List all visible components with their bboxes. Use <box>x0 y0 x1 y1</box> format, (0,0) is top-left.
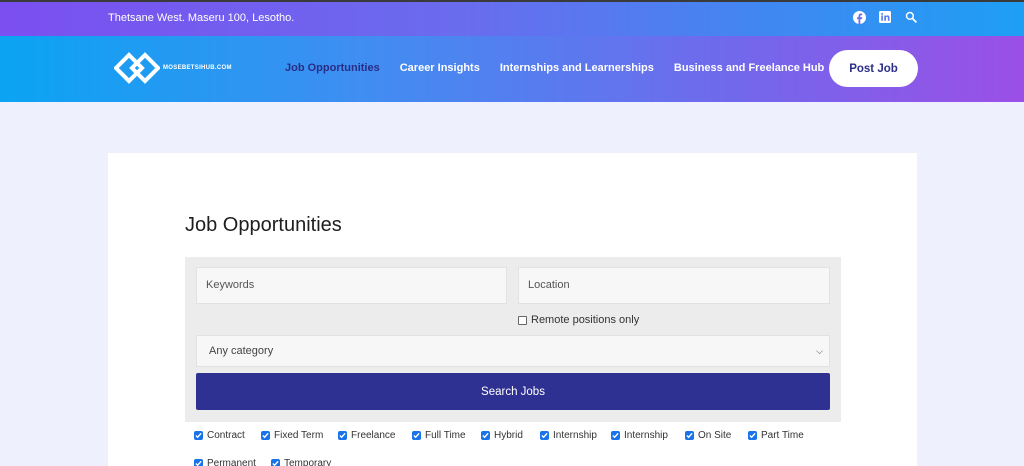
job-type-label: Freelance <box>351 430 396 441</box>
job-type-label: Full Time <box>425 430 466 441</box>
nav-link-business-and-freelance-hub[interactable]: Business and Freelance Hub <box>674 62 824 74</box>
remote-positions-checkbox[interactable]: Remote positions only <box>518 314 639 326</box>
checkbox-unchecked-icon[interactable] <box>518 315 527 325</box>
job-type-hybrid[interactable]: Hybrid <box>481 430 523 441</box>
location-input[interactable]: Location <box>518 267 830 304</box>
chevron-down-icon: ⌵ <box>816 346 823 356</box>
job-type-fixed-term[interactable]: Fixed Term <box>261 430 323 441</box>
top-bar: Thetsane West. Maseru 100, Lesotho. <box>0 0 1024 36</box>
search-jobs-button[interactable]: Search Jobs <box>196 373 830 410</box>
post-job-button[interactable]: Post Job <box>829 50 918 87</box>
job-type-on-site[interactable]: On Site <box>685 430 731 441</box>
logo-mark-icon <box>114 52 160 84</box>
job-type-temporary[interactable]: Temporary <box>271 458 331 466</box>
checkbox-checked-icon[interactable] <box>611 431 620 440</box>
job-type-label: Internship <box>553 430 597 441</box>
nav-link-career-insights[interactable]: Career Insights <box>400 62 480 74</box>
keywords-input[interactable]: Keywords <box>196 267 507 304</box>
job-type-contract[interactable]: Contract <box>194 430 245 441</box>
checkbox-checked-icon[interactable] <box>271 459 280 466</box>
job-type-full-time[interactable]: Full Time <box>412 430 466 441</box>
remote-positions-label: Remote positions only <box>531 314 640 326</box>
job-type-label: Permanent <box>207 458 256 466</box>
checkbox-checked-icon[interactable] <box>748 431 757 440</box>
checkbox-checked-icon[interactable] <box>194 459 203 466</box>
page-title: Job Opportunities <box>185 214 342 236</box>
job-type-label: Temporary <box>284 458 332 466</box>
job-type-filters: Contract Fixed Term Freelance Full Time … <box>185 422 841 466</box>
job-type-permanent[interactable]: Permanent <box>194 458 256 466</box>
logo-text: MOSEBETSIHUB.COM <box>163 65 232 71</box>
checkbox-checked-icon[interactable] <box>194 431 203 440</box>
social-links <box>853 11 918 24</box>
job-type-part-time[interactable]: Part Time <box>748 430 804 441</box>
checkbox-checked-icon[interactable] <box>685 431 694 440</box>
job-type-label: Contract <box>207 430 245 441</box>
job-type-label: On Site <box>698 430 732 441</box>
job-type-label: Internship <box>624 430 668 441</box>
checkbox-checked-icon[interactable] <box>412 431 421 440</box>
nav-link-job-opportunities[interactable]: Job Opportunities <box>285 62 380 74</box>
nav-link-internships-and-learnerships[interactable]: Internships and Learnerships <box>500 62 654 74</box>
job-type-freelance[interactable]: Freelance <box>338 430 395 441</box>
site-logo[interactable]: MOSEBETSIHUB.COM <box>114 51 232 85</box>
nav-links: Job Opportunities Career Insights Intern… <box>285 62 844 74</box>
category-select[interactable]: Any category ⌵ <box>196 335 830 367</box>
job-type-label: Part Time <box>761 430 804 441</box>
category-select-value: Any category <box>209 345 274 357</box>
linkedin-icon[interactable] <box>879 11 892 24</box>
checkbox-checked-icon[interactable] <box>540 431 549 440</box>
job-type-label: Hybrid <box>494 430 523 441</box>
main-navigation: MOSEBETSIHUB.COM Job Opportunities Caree… <box>0 36 1024 102</box>
job-type-internship[interactable]: Internship <box>540 430 597 441</box>
facebook-icon[interactable] <box>853 11 866 24</box>
search-icon[interactable] <box>905 11 918 24</box>
checkbox-checked-icon[interactable] <box>261 431 270 440</box>
job-type-internship-2[interactable]: Internship <box>611 430 668 441</box>
checkbox-checked-icon[interactable] <box>481 431 490 440</box>
address-text: Thetsane West. Maseru 100, Lesotho. <box>108 12 295 24</box>
job-type-label: Fixed Term <box>274 430 324 441</box>
checkbox-checked-icon[interactable] <box>338 431 347 440</box>
